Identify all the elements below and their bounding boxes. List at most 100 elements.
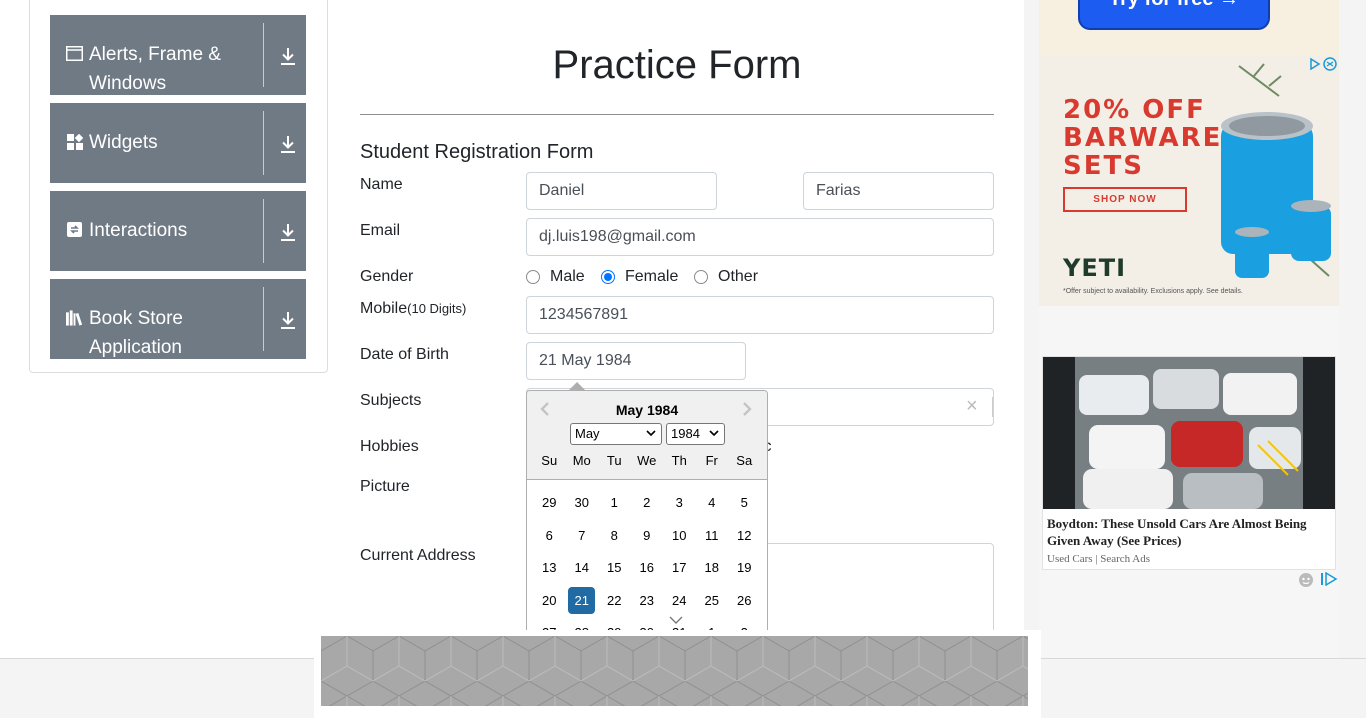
hobbies-label: Hobbies	[360, 438, 419, 455]
datepicker-header: May 1984 May 1984 Su Mo Tu We Th Fr Sa	[527, 391, 767, 480]
datepicker-day[interactable]: 4	[698, 489, 725, 516]
month-select[interactable]: May	[570, 423, 662, 445]
datepicker-day[interactable]: 18	[698, 554, 725, 581]
datepicker-day[interactable]: 8	[601, 522, 628, 549]
gender-radio-male[interactable]: Male	[526, 268, 585, 286]
datepicker-day[interactable]: 14	[568, 554, 595, 581]
ad-button-label: Try for free →	[1109, 0, 1239, 10]
datepicker-day[interactable]: 3	[666, 489, 693, 516]
download-icon[interactable]	[277, 221, 299, 243]
chevron-down-icon	[646, 430, 656, 437]
datepicker-day[interactable]: 15	[601, 554, 628, 581]
adchoices-icon[interactable]	[1309, 57, 1337, 71]
chevron-down-icon	[709, 430, 719, 437]
weekday-name: Su	[541, 453, 558, 468]
datepicker-day[interactable]: 26	[731, 587, 758, 614]
picture-label: Picture	[360, 478, 410, 495]
datepicker-day[interactable]: 1	[601, 489, 628, 516]
ad-native-cars[interactable]: Boydton: These Unsold Cars Are Almost Be…	[1042, 356, 1336, 570]
datepicker-day[interactable]: 7	[568, 522, 595, 549]
form-subtitle: Student Registration Form	[360, 141, 594, 163]
sidebar-group-alerts[interactable]: Alerts, Frame & Windows	[50, 15, 306, 95]
first-name-input[interactable]: Daniel	[526, 172, 717, 210]
datepicker-day[interactable]: 25	[698, 587, 725, 614]
ad-try-for-free-button[interactable]: Try for free →	[1078, 0, 1270, 30]
datepicker-day-selected[interactable]: 21	[568, 586, 596, 614]
datepicker-day[interactable]: 5	[731, 489, 758, 516]
email-label: Email	[360, 222, 401, 239]
name-label: Name	[360, 176, 403, 193]
dob-input[interactable]: 21 May 1984	[526, 342, 746, 380]
sidebar-group-book-store[interactable]: Book Store Application	[50, 279, 306, 359]
datepicker-day[interactable]: 30	[568, 489, 595, 516]
title-divider	[360, 114, 994, 115]
download-icon[interactable]	[277, 133, 299, 155]
scroll-down-icon[interactable]	[669, 615, 683, 625]
radio-circle-selected[interactable]	[601, 270, 615, 284]
datepicker-day[interactable]: 12	[731, 522, 758, 549]
mobile-input[interactable]: 1234567891	[526, 296, 994, 334]
last-name-input[interactable]: Farias	[803, 172, 994, 210]
interactions-icon	[66, 221, 83, 238]
yeti-headline-line: SETS	[1063, 151, 1144, 181]
datepicker-day[interactable]: 6	[536, 522, 563, 549]
dob-label: Date of Birth	[360, 346, 449, 363]
datepicker-day[interactable]: 2	[633, 489, 660, 516]
datepicker-day[interactable]: 9	[633, 522, 660, 549]
radio-label: Male	[550, 268, 585, 285]
sidebar-group-label: Alerts, Frame & Windows	[89, 44, 221, 94]
datepicker-day[interactable]: 13	[536, 554, 563, 581]
month-select-value: May	[575, 426, 600, 441]
yeti-shop-now-button[interactable]: SHOP NOW	[1063, 187, 1187, 212]
datepicker-day[interactable]: 10	[666, 522, 693, 549]
year-select[interactable]: 1984	[666, 423, 725, 445]
mobile-label-text: Mobile	[360, 300, 408, 317]
gender-radio-female[interactable]: Female	[601, 268, 678, 286]
yeti-headline-line: BARWARE	[1063, 123, 1223, 153]
window-icon	[66, 45, 83, 62]
sidebar-group-label: Book Store Application	[89, 308, 183, 358]
ad-badges	[1298, 572, 1338, 588]
datepicker-week-row: 6 7 8 9 10 11 12	[533, 522, 763, 555]
datepicker-day[interactable]: 23	[633, 587, 660, 614]
sidebar-group-interactions[interactable]: Interactions	[50, 191, 306, 271]
datepicker-day[interactable]: 20	[536, 587, 563, 614]
feedback-icon[interactable]	[1298, 572, 1314, 588]
subjects-label: Subjects	[360, 392, 422, 409]
datepicker-day[interactable]: 11	[698, 522, 725, 549]
radio-label: Female	[625, 268, 679, 285]
datepicker-day[interactable]: 29	[536, 489, 563, 516]
mobile-label: Mobile(10 Digits)	[360, 299, 466, 319]
datepicker-day[interactable]: 17	[666, 554, 693, 581]
ad-headline[interactable]: Boydton: These Unsold Cars Are Almost Be…	[1047, 515, 1333, 549]
ad-yeti[interactable]: 20% OFF BARWARE SETS SHOP NOW YETI *Offe…	[1039, 56, 1339, 306]
radio-circle[interactable]	[526, 270, 540, 284]
ad-source: Used Cars | Search Ads	[1047, 553, 1151, 565]
weekday-name: Fr	[705, 453, 718, 468]
next-month-icon[interactable]	[739, 401, 753, 417]
datepicker-day[interactable]: 19	[731, 554, 758, 581]
weekday-name: Mo	[572, 453, 591, 468]
datepicker-month-grid: 29 30 1 2 3 4 5 6 7 8 9 10 11 12 13 14 15 16 17 18 19 20 21 22 2…	[533, 489, 763, 649]
radio-label: Other	[718, 268, 759, 285]
datepicker-week-row: 13 14 15 16 17 18 19	[533, 554, 763, 587]
radio-circle[interactable]	[694, 270, 708, 284]
download-icon[interactable]	[277, 309, 299, 331]
yeti-fine-print: *Offer subject to availability. Exclusio…	[1063, 288, 1243, 295]
datepicker-day[interactable]: 22	[601, 587, 628, 614]
yeti-headline: 20% OFF BARWARE SETS	[1063, 96, 1222, 180]
gender-radio-other[interactable]: Other	[694, 268, 758, 286]
email-input[interactable]: dj.luis198@gmail.com	[526, 218, 994, 256]
weekday-name: We	[637, 453, 657, 468]
divider	[263, 199, 264, 263]
adchoices-icon[interactable]	[1320, 572, 1338, 586]
weekday-name: Th	[671, 453, 687, 468]
subjects-clear-icon[interactable]: ×	[966, 396, 978, 416]
weekday-name: Tu	[606, 453, 622, 468]
datepicker-day[interactable]: 24	[666, 587, 693, 614]
download-icon[interactable]	[277, 45, 299, 67]
divider	[263, 287, 264, 351]
datepicker-day[interactable]: 16	[633, 554, 660, 581]
sidebar-group-widgets[interactable]: Widgets	[50, 103, 306, 183]
bottom-ad-banner[interactable]	[321, 636, 1028, 706]
